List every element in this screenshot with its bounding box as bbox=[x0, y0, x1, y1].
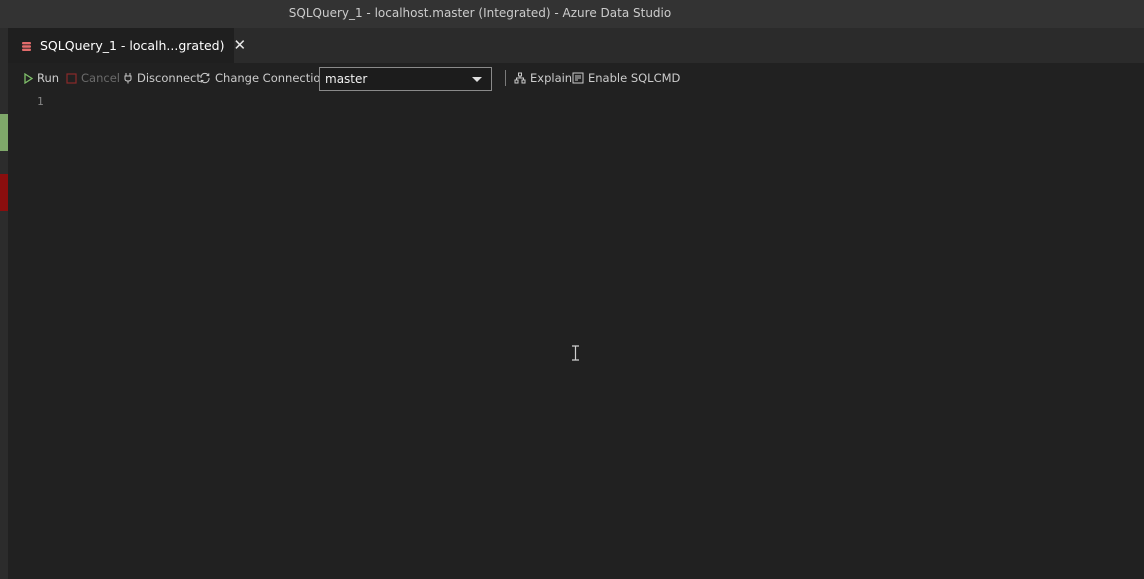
toolbar-separator bbox=[505, 70, 506, 86]
plug-icon bbox=[124, 73, 132, 84]
explain-button[interactable]: Explain bbox=[514, 63, 572, 93]
tab-bar: SQLQuery_1 - localh...grated) ✕ bbox=[8, 28, 1144, 63]
change-connection-label: Change Connection bbox=[215, 71, 328, 85]
cancel-button[interactable]: Cancel bbox=[66, 63, 120, 93]
title-bar: SQLQuery_1 - localhost.master (Integrate… bbox=[0, 0, 1144, 28]
enable-sqlcmd-label: Enable SQLCMD bbox=[588, 71, 681, 85]
query-toolbar: Run Cancel Disconnect Change Connection … bbox=[8, 63, 1144, 93]
change-connection-button[interactable]: Change Connection bbox=[199, 63, 328, 93]
cancel-label: Cancel bbox=[81, 71, 120, 85]
chevron-down-icon bbox=[472, 77, 482, 82]
refresh-connection-icon bbox=[200, 72, 210, 84]
disconnect-label: Disconnect bbox=[137, 71, 201, 85]
disconnect-button[interactable]: Disconnect bbox=[123, 63, 201, 93]
explain-label: Explain bbox=[530, 71, 573, 85]
database-icon bbox=[21, 40, 32, 51]
close-icon[interactable]: ✕ bbox=[234, 38, 247, 53]
activity-strip bbox=[0, 28, 8, 579]
tab-sqlquery-1[interactable]: SQLQuery_1 - localh...grated) ✕ bbox=[8, 28, 246, 63]
line-number: 1 bbox=[37, 95, 44, 108]
play-icon bbox=[24, 72, 33, 84]
database-select[interactable]: master bbox=[319, 67, 492, 91]
enable-sqlcmd-button[interactable]: Enable SQLCMD bbox=[572, 63, 680, 93]
run-label: Run bbox=[37, 71, 60, 85]
text-cursor-icon bbox=[572, 345, 579, 361]
status-marker-red bbox=[0, 174, 8, 211]
tab-label: SQLQuery_1 - localh...grated) bbox=[40, 38, 225, 53]
explain-plan-icon bbox=[514, 72, 526, 84]
database-select-value: master bbox=[325, 72, 368, 86]
stop-icon bbox=[66, 72, 77, 84]
query-editor[interactable]: 1 bbox=[8, 93, 1144, 579]
window-title: SQLQuery_1 - localhost.master (Integrate… bbox=[288, 6, 672, 20]
run-button[interactable]: Run bbox=[24, 63, 59, 93]
sqlcmd-icon bbox=[572, 72, 584, 84]
status-marker-green bbox=[0, 114, 8, 151]
